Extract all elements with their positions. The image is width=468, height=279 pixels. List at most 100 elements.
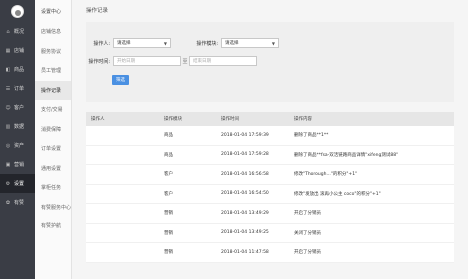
sidebar-item-label: 有赞 [14, 200, 25, 206]
cell-time: 2018-01-04 17:59:28 [221, 152, 269, 158]
table-row: 营销 2018-01-04 13:49:25 关闭了分销员 [86, 223, 454, 243]
sidebar-item-6[interactable]: ◎ 资产 [0, 136, 35, 155]
store-icon: ▦ [5, 47, 11, 54]
favorite-icon: ✿ [5, 199, 11, 206]
end-date-placeholder: 结束日期 [193, 59, 211, 64]
sidebar-item-8[interactable]: ⚙ 设置 [0, 174, 35, 193]
cell-time: 2018-01-04 13:49:25 [221, 230, 269, 236]
operator-label: 操作人: [93, 40, 110, 47]
cell-content: 修改"Thorough..."的积分"+1" [294, 172, 358, 178]
filter-button[interactable]: 筛选 [112, 75, 129, 85]
shop-avatar[interactable] [11, 4, 24, 18]
table-row: 客户 2018-01-04 16:56:58 修改"Thorough..."的积分"… [86, 165, 454, 185]
subnav-item[interactable]: 店铺信息 [35, 22, 71, 42]
sidebar-header [0, 0, 35, 22]
cell-operator [86, 230, 159, 235]
end-date-input[interactable]: 结束日期 [189, 56, 257, 66]
sidebar-item-label: 店铺 [14, 48, 25, 54]
main-content: 操作记录 操作人: 请选择 ▼ 操作模块: 请选择 ▼ 操作时间: 开始日期 至… [72, 0, 468, 279]
table-header: 操作人 操作模块 操作时间 操作内容 [86, 112, 454, 126]
settings-subnav: 设置中心 店铺信息 服务协议 员工管理 操作记录 支付/交易 消费保障 订单设置 通用设置 掌柜… [35, 0, 72, 279]
table-row: 商品 2018-01-04 17:59:39 删除了商品**1** [86, 126, 454, 146]
cell-content: 开启了分销员 [294, 250, 321, 256]
cell-operator [86, 172, 159, 177]
sidebar-item-4[interactable]: ☺ 客户 [0, 98, 35, 117]
chevron-down-icon: ▼ [163, 40, 167, 46]
cell-content: 删除了商品**1** [294, 133, 329, 139]
marketing-icon: ▣ [5, 161, 11, 168]
subnav-group-item[interactable]: 有赞护航 [35, 218, 71, 234]
cell-module: 客户 [164, 172, 173, 178]
header-content: 操作内容 [294, 117, 312, 122]
cell-operator [86, 250, 159, 255]
order-icon: ☰ [5, 85, 11, 92]
cell-operator [86, 133, 159, 138]
data-icon: ▥ [5, 123, 11, 130]
subnav-item[interactable]: 员工管理 [35, 61, 71, 81]
chevron-down-icon: ▼ [271, 40, 275, 46]
asset-icon: ◎ [5, 142, 11, 149]
header-module: 操作模块 [164, 117, 182, 122]
cell-operator [86, 191, 159, 196]
cell-module: 营销 [164, 250, 173, 256]
main-sidebar: ⌂ 概况 ▦ 店铺 ◧ 商品 ☰ 订单 ☺ 客户 ▥ 数据 ◎ 资产 ▣ 营销 ⚙ 设置 ✿ 有赞 [0, 0, 35, 279]
sidebar-item-label: 设置 [14, 181, 25, 187]
sidebar-item-label: 客户 [14, 105, 25, 111]
table-row: 营销 2018-01-04 11:47:58 开启了分销员 [86, 243, 454, 263]
operator-select[interactable]: 请选择 ▼ [113, 38, 171, 48]
cell-time: 2018-01-04 17:59:39 [221, 132, 269, 138]
cell-module: 营销 [164, 230, 173, 236]
cell-time: 2018-01-04 16:56:58 [221, 171, 269, 177]
sidebar-item-2[interactable]: ◧ 商品 [0, 60, 35, 79]
subnav-item[interactable]: 掌柜任务 [35, 178, 71, 198]
subnav-item[interactable]: 订单设置 [35, 139, 71, 159]
sidebar-item-1[interactable]: ▦ 店铺 [0, 41, 35, 60]
sidebar-item-7[interactable]: ▣ 营销 [0, 155, 35, 174]
page-title: 操作记录 [72, 0, 468, 20]
cell-module: 营销 [164, 211, 173, 217]
sidebar-item-label: 营销 [14, 162, 25, 168]
subnav-item[interactable]: 通用设置 [35, 159, 71, 179]
header-time: 操作时间 [221, 117, 239, 122]
cell-operator [86, 211, 159, 216]
header-operator: 操作人 [91, 117, 105, 122]
filter-panel: 操作人: 请选择 ▼ 操作模块: 请选择 ▼ 操作时间: 开始日期 至 结束日期… [86, 22, 454, 102]
sidebar-item-0[interactable]: ⌂ 概况 [0, 22, 35, 41]
module-select[interactable]: 请选择 ▼ [221, 38, 279, 48]
goods-icon: ◧ [5, 66, 11, 73]
sidebar-item-5[interactable]: ▥ 数据 [0, 117, 35, 136]
sidebar-item-9[interactable]: ✿ 有赞 [0, 193, 35, 212]
date-range-separator: 至 [182, 58, 188, 65]
cell-content: 开启了分销员 [294, 211, 321, 217]
sidebar-item-3[interactable]: ☰ 订单 [0, 79, 35, 98]
table-row: 客户 2018-01-04 16:54:50 修改"发放出 滚再小公主 coco"的… [86, 184, 454, 204]
cell-content: 删除了商品**fsa-双活链路商品详情"xifeng测试88" [294, 152, 399, 158]
module-label: 操作模块: [196, 40, 218, 47]
time-label: 操作时间: [88, 58, 110, 65]
start-date-placeholder: 开始日期 [117, 59, 135, 64]
table-row: 商品 2018-01-04 17:59:28 删除了商品**fsa-双活链路商品详情… [86, 145, 454, 165]
cell-operator [86, 152, 159, 157]
subnav-item[interactable]: 操作记录 [35, 80, 71, 100]
start-date-input[interactable]: 开始日期 [113, 56, 181, 66]
cell-time: 2018-01-04 13:49:29 [221, 210, 269, 216]
cell-content: 关闭了分销员 [294, 230, 321, 236]
operator-select-value: 请选择 [117, 41, 131, 46]
subnav-group-item[interactable]: 有赞服务中心 [35, 200, 71, 216]
settings-icon: ⚙ [5, 180, 11, 187]
subnav-item[interactable]: 服务协议 [35, 42, 71, 62]
cell-content: 修改"发放出 滚再小公主 coco"的积分"+1" [294, 191, 381, 197]
customer-icon: ☺ [5, 104, 11, 111]
cell-time: 2018-01-04 16:54:50 [221, 191, 269, 197]
subnav-title: 设置中心 [41, 8, 62, 15]
subnav-item[interactable]: 消费保障 [35, 120, 71, 140]
cell-time: 2018-01-04 11:47:58 [221, 249, 269, 255]
module-select-value: 请选择 [225, 41, 239, 46]
cell-module: 商品 [164, 133, 173, 139]
sidebar-item-label: 概况 [14, 29, 25, 35]
sidebar-item-label: 资产 [14, 143, 25, 149]
cell-module: 客户 [164, 191, 173, 197]
subnav-item[interactable]: 支付/交易 [35, 100, 71, 120]
home-icon: ⌂ [6, 28, 10, 35]
operation-log-table: 操作人 操作模块 操作时间 操作内容 商品 2018-01-04 17:59:39… [86, 112, 454, 263]
